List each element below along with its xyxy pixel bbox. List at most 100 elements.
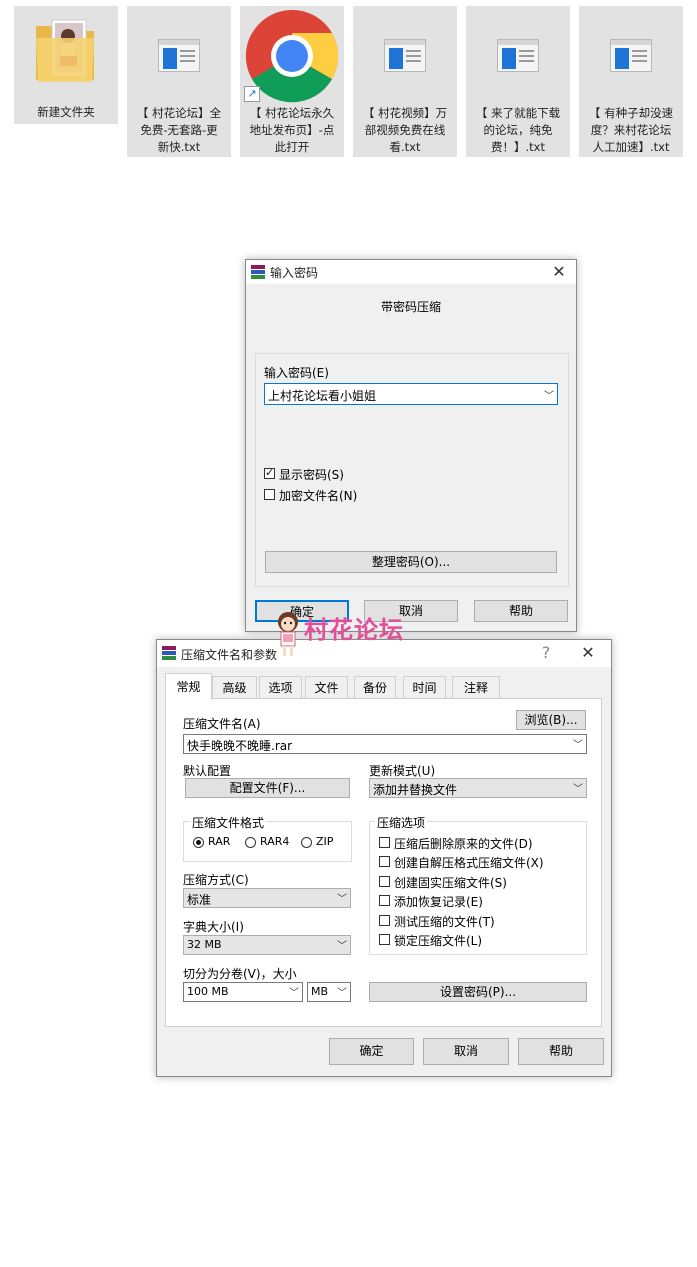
archive-name-dialog: 压缩文件名和参数 ? ✕ 常规 高级 选项 文件 备份 时间 注释 压缩文件名(… [156, 639, 612, 1077]
format-zip-radio[interactable] [301, 837, 312, 848]
format-group-label: 压缩文件格式 [190, 814, 267, 831]
default-profile-label: 默认配置 [183, 764, 232, 778]
title-bar: 输入密码 ✕ [246, 260, 576, 284]
chevron-down-icon: ﹀ [573, 784, 583, 795]
chevron-down-icon: ﹀ [337, 894, 347, 905]
folder-icon [36, 19, 94, 82]
tab-options[interactable]: 选项 [259, 676, 302, 698]
format-rar4-radio[interactable] [245, 837, 256, 848]
tab-comment[interactable]: 注释 [452, 676, 500, 698]
encrypt-filenames-checkbox[interactable] [264, 489, 275, 500]
desktop-item-txt-1[interactable]: 【 村花论坛】全 免费-无套路-更 新快.txt [127, 6, 231, 157]
update-mode-label: 更新模式(U) [369, 764, 436, 778]
lock-archive-label: 锁定压缩文件(L) [394, 934, 483, 948]
password-dialog: 输入密码 ✕ 带密码压缩 输入密码(E) 上村花论坛看小姐姐 ﹀ 显示密码(S)… [245, 259, 577, 632]
file-label-line-2: 免费-无套路-更 [140, 123, 218, 137]
question-icon: ? [541, 643, 551, 662]
chevron-down-icon: ﹀ [337, 941, 347, 952]
file-label-line-3: 费！】.txt [491, 140, 545, 154]
text-file-icon [158, 39, 200, 72]
compression-method-select[interactable]: 标准 ﹀ [183, 888, 351, 908]
show-password-checkbox[interactable] [264, 466, 275, 480]
chevron-down-icon[interactable]: ﹀ [289, 984, 299, 999]
test-files-label: 测试压缩的文件(T) [394, 915, 495, 929]
format-rar-label: RAR [208, 835, 231, 848]
solid-archive-checkbox[interactable] [379, 876, 390, 887]
split-size-input[interactable]: 100 MB ﹀ [183, 982, 303, 1002]
file-label-line-3: 看.txt [389, 140, 421, 154]
desktop-item-txt-4[interactable]: 【 来了就能下载 的论坛，纯免 费！】.txt [466, 6, 570, 157]
archive-name-label: 压缩文件名(A) [183, 717, 261, 731]
desktop-item-txt-3[interactable]: 【 村花视频】万 部视频免费在线 看.txt [353, 6, 457, 157]
tab-files[interactable]: 文件 [305, 676, 348, 698]
file-label-line-3: 此打开 [274, 140, 310, 154]
text-file-icon [497, 39, 539, 72]
update-mode-select[interactable]: 添加并替换文件 ﹀ [369, 778, 587, 798]
desktop-item-txt-5[interactable]: 【 有种子却没速 度？来村花论坛 人工加速】.txt [579, 6, 683, 157]
archive-name-input[interactable]: 快手晚晚不晚睡.rar ﹀ [183, 734, 587, 754]
file-label-line-2: 地址发布页】-点 [249, 123, 335, 137]
profiles-button[interactable]: 配置文件(F)... [185, 778, 350, 798]
delete-files-label: 压缩后删除原来的文件(D) [394, 837, 533, 851]
compression-method-label: 压缩方式(C) [183, 873, 249, 887]
format-rar-radio[interactable] [193, 837, 204, 848]
watermark: 村花论坛 [272, 608, 432, 660]
encrypt-filenames-label: 加密文件名(N) [279, 489, 358, 503]
file-label-line-1: 【 村花论坛永久 [249, 106, 335, 120]
compression-method-value: 标准 [187, 893, 212, 907]
split-volumes-label: 切分为分卷(V)，大小 [183, 967, 297, 981]
winrar-icon [251, 265, 265, 279]
file-label-line-3: 人工加速】.txt [592, 140, 670, 154]
delete-files-checkbox[interactable] [379, 837, 390, 848]
browse-button[interactable]: 浏览(B)... [516, 710, 586, 730]
file-label-line-1: 【 村花论坛】全 [136, 106, 222, 120]
close-icon: ✕ [552, 262, 566, 281]
file-label-line-2: 部视频免费在线 [364, 123, 446, 137]
tab-backup[interactable]: 备份 [354, 676, 396, 698]
ok-button[interactable]: 确定 [329, 1038, 414, 1065]
format-rar4-label: RAR4 [260, 835, 290, 848]
tab-advanced[interactable]: 高级 [212, 676, 257, 698]
dictionary-size-value: 32 MB [187, 938, 222, 951]
file-label-line-3: 新快.txt [157, 140, 201, 154]
desktop-item-chrome-shortcut[interactable]: ↗ 【 村花论坛永久 地址发布页】-点 此打开 [240, 6, 344, 157]
file-label-line-2: 度？来村花论坛 [590, 123, 672, 137]
help-button[interactable]: 帮助 [518, 1038, 604, 1065]
split-unit-select[interactable]: MB ﹀ [307, 982, 351, 1002]
sfx-label: 创建自解压格式压缩文件(X) [394, 856, 544, 870]
cancel-button[interactable]: 取消 [423, 1038, 509, 1065]
dialog-heading: 带密码压缩 [380, 300, 441, 314]
winrar-icon [162, 646, 176, 660]
password-value: 上村花论坛看小姐姐 [268, 389, 377, 403]
format-zip-label: ZIP [316, 835, 334, 848]
file-label-line-1: 【 有种子却没速 [588, 106, 674, 120]
file-label-line-2: 的论坛，纯免 [483, 123, 553, 137]
test-files-checkbox[interactable] [379, 915, 390, 926]
mascot-icon [278, 612, 298, 656]
lock-archive-checkbox[interactable] [379, 934, 390, 945]
tab-general[interactable]: 常规 [165, 673, 212, 700]
dictionary-size-select[interactable]: 32 MB ﹀ [183, 935, 351, 955]
recovery-record-label: 添加恢复记录(E) [394, 895, 483, 909]
tab-time[interactable]: 时间 [403, 676, 446, 698]
help-question-button[interactable]: ? [529, 641, 563, 665]
password-input[interactable]: 上村花论坛看小姐姐 ﹀ [264, 383, 558, 405]
chevron-down-icon: ﹀ [337, 988, 347, 999]
split-unit-value: MB [311, 985, 329, 998]
chevron-down-icon[interactable]: ﹀ [573, 736, 583, 751]
archive-name-value: 快手晚晚不晚睡.rar [187, 739, 293, 753]
close-button[interactable]: ✕ [542, 260, 576, 284]
sfx-checkbox[interactable] [379, 856, 390, 867]
desktop-item-new-folder[interactable]: 新建文件夹 [14, 6, 118, 124]
help-button[interactable]: 帮助 [474, 600, 568, 622]
set-password-button[interactable]: 设置密码(P)... [369, 982, 587, 1002]
chevron-down-icon[interactable]: ﹀ [544, 387, 554, 402]
file-label: 新建文件夹 [37, 105, 95, 119]
close-button[interactable]: ✕ [571, 641, 605, 665]
dialog-title: 输入密码 [270, 266, 319, 280]
recovery-record-checkbox[interactable] [379, 895, 390, 906]
file-label-line-1: 【 来了就能下载 [475, 106, 561, 120]
file-label-line-1: 【 村花视频】万 [362, 106, 448, 120]
organize-passwords-button[interactable]: 整理密码(O)... [265, 551, 557, 573]
text-file-icon [610, 39, 652, 72]
